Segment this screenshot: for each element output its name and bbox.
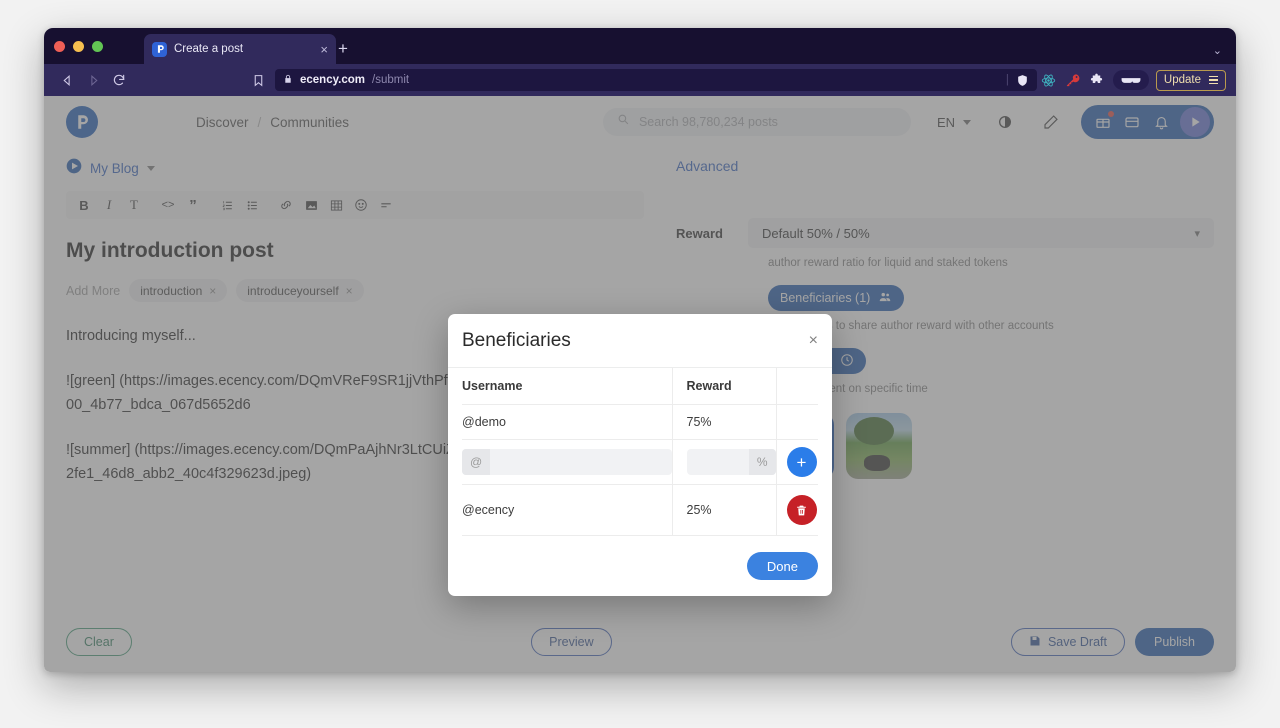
- modal-header: Beneficiaries ×: [448, 314, 832, 368]
- reward-input[interactable]: [686, 449, 749, 475]
- brave-shields-icon[interactable]: [1016, 74, 1029, 87]
- url-host: ecency.com: [300, 74, 365, 86]
- column-header-username: Username: [462, 368, 673, 405]
- cell-reward-input: %: [672, 439, 777, 485]
- browser-titlebar: Create a post × + ⌄: [44, 28, 1236, 64]
- cell-username: @demo: [462, 404, 673, 440]
- username-input[interactable]: [490, 449, 672, 475]
- cell-actions: [776, 404, 818, 440]
- cell-username-input: @: [462, 439, 673, 485]
- browser-menu-icon[interactable]: [1209, 75, 1218, 85]
- password-key-icon[interactable]: [1061, 69, 1085, 91]
- table-input-row: @ % +: [462, 439, 818, 485]
- page-content: Discover / Communities Search 98,780,234…: [44, 96, 1236, 672]
- table-header-row: Username Reward: [462, 368, 818, 405]
- update-button[interactable]: Update: [1155, 69, 1226, 91]
- table-row: @demo 75%: [462, 404, 818, 440]
- chevron-down-icon[interactable]: ⌄: [1213, 44, 1222, 57]
- lock-icon: [283, 74, 293, 87]
- react-devtools-icon[interactable]: [1037, 69, 1061, 91]
- url-path: /submit: [372, 74, 410, 86]
- beneficiaries-modal: Beneficiaries × Username Reward @demo 75…: [448, 314, 832, 596]
- browser-toolbar: ecency.com /submit | Update: [44, 64, 1236, 96]
- add-beneficiary-button[interactable]: +: [786, 447, 817, 477]
- trash-icon: [797, 505, 806, 515]
- cell-reward: 75%: [672, 404, 777, 440]
- ecency-favicon-icon: [152, 41, 167, 57]
- modal-body: Username Reward @demo 75% @ % + @ecency …: [448, 368, 832, 536]
- bookmark-icon[interactable]: [252, 74, 265, 87]
- table-row: @ecency 25%: [462, 484, 818, 536]
- browser-tab[interactable]: Create a post ×: [144, 34, 336, 64]
- done-button[interactable]: Done: [746, 552, 818, 580]
- at-prefix: @: [462, 449, 491, 475]
- column-header-actions: [776, 368, 818, 405]
- tab-title: Create a post: [174, 43, 244, 55]
- close-window-button[interactable]: [54, 41, 65, 52]
- new-tab-button[interactable]: +: [338, 40, 348, 57]
- close-icon[interactable]: ×: [809, 332, 818, 349]
- update-label: Update: [1163, 74, 1201, 86]
- cell-add-action: +: [776, 439, 818, 485]
- private-window-glasses-icon[interactable]: [1112, 70, 1149, 90]
- cell-actions: [776, 484, 818, 536]
- browser-window: Create a post × + ⌄ ecency.com /submit |: [44, 28, 1236, 672]
- modal-footer: Done: [448, 536, 832, 596]
- reward-input-wrap[interactable]: %: [686, 449, 776, 475]
- address-bar[interactable]: ecency.com /submit |: [275, 69, 1037, 91]
- window-controls[interactable]: [54, 41, 103, 52]
- minimize-window-button[interactable]: [73, 41, 84, 52]
- modal-title: Beneficiaries: [462, 329, 571, 351]
- reload-button-icon[interactable]: [106, 69, 132, 91]
- percent-suffix: %: [748, 449, 776, 475]
- beneficiaries-table: Username Reward @demo 75% @ % + @ecency …: [462, 368, 818, 536]
- cell-username: @ecency: [462, 484, 673, 536]
- forward-button-icon[interactable]: [80, 69, 106, 91]
- cell-reward: 25%: [672, 484, 777, 536]
- maximize-window-button[interactable]: [92, 41, 103, 52]
- extensions-puzzle-icon[interactable]: [1085, 69, 1109, 91]
- username-input-wrap[interactable]: @: [462, 449, 672, 475]
- back-button-icon[interactable]: [54, 69, 80, 91]
- close-tab-button[interactable]: ×: [320, 43, 328, 56]
- delete-beneficiary-button[interactable]: [786, 495, 817, 525]
- column-header-reward: Reward: [672, 368, 777, 405]
